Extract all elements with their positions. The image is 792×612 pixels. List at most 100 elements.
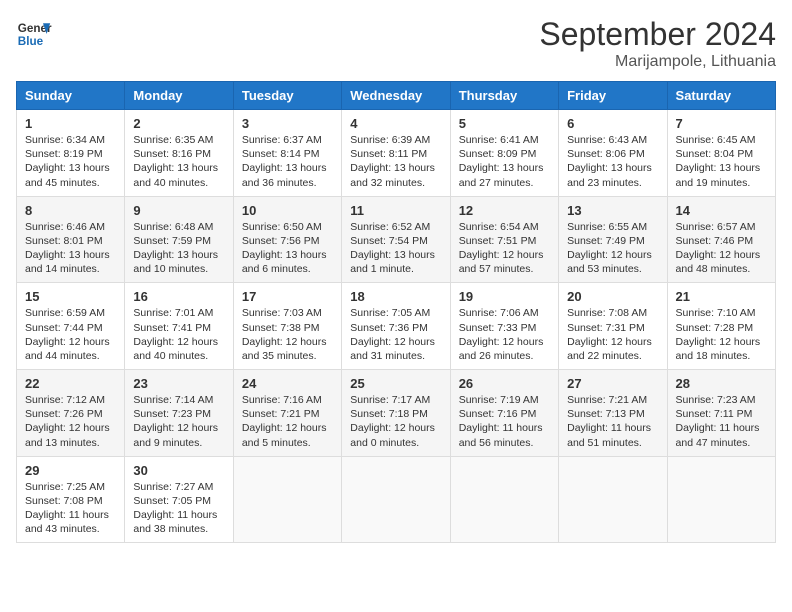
day-number: 15 xyxy=(25,289,116,304)
day-number: 9 xyxy=(133,203,224,218)
calendar-cell: 24Sunrise: 7:16 AMSunset: 7:21 PMDayligh… xyxy=(233,370,341,457)
page-header: General Blue September 2024 Marijampole,… xyxy=(16,16,776,71)
sunset-text: Sunset: 7:11 PM xyxy=(676,407,767,421)
daylight-text: Daylight: 12 hours and 26 minutes. xyxy=(459,335,550,363)
calendar-table: SundayMondayTuesdayWednesdayThursdayFrid… xyxy=(16,81,776,543)
daylight-text: Daylight: 13 hours and 27 minutes. xyxy=(459,161,550,189)
sunrise-text: Sunrise: 7:27 AM xyxy=(133,480,224,494)
day-number: 13 xyxy=(567,203,658,218)
logo-icon: General Blue xyxy=(16,16,52,52)
calendar-cell xyxy=(233,456,341,543)
sunrise-text: Sunrise: 6:34 AM xyxy=(25,133,116,147)
calendar-cell: 12Sunrise: 6:54 AMSunset: 7:51 PMDayligh… xyxy=(450,196,558,283)
logo: General Blue xyxy=(16,16,52,52)
svg-text:Blue: Blue xyxy=(18,35,44,48)
calendar-week-row: 29Sunrise: 7:25 AMSunset: 7:08 PMDayligh… xyxy=(17,456,776,543)
calendar-cell: 2Sunrise: 6:35 AMSunset: 8:16 PMDaylight… xyxy=(125,110,233,197)
calendar-cell: 13Sunrise: 6:55 AMSunset: 7:49 PMDayligh… xyxy=(559,196,667,283)
sunset-text: Sunset: 7:28 PM xyxy=(676,321,767,335)
daylight-text: Daylight: 12 hours and 57 minutes. xyxy=(459,248,550,276)
calendar-cell: 29Sunrise: 7:25 AMSunset: 7:08 PMDayligh… xyxy=(17,456,125,543)
day-of-week-header: Thursday xyxy=(450,82,558,110)
day-number: 27 xyxy=(567,376,658,391)
day-number: 23 xyxy=(133,376,224,391)
day-of-week-header: Tuesday xyxy=(233,82,341,110)
daylight-text: Daylight: 11 hours and 43 minutes. xyxy=(25,508,116,536)
calendar-cell xyxy=(450,456,558,543)
day-number: 4 xyxy=(350,116,441,131)
sunset-text: Sunset: 7:54 PM xyxy=(350,234,441,248)
calendar-cell: 18Sunrise: 7:05 AMSunset: 7:36 PMDayligh… xyxy=(342,283,450,370)
sunrise-text: Sunrise: 6:54 AM xyxy=(459,220,550,234)
sunset-text: Sunset: 7:18 PM xyxy=(350,407,441,421)
sunrise-text: Sunrise: 7:14 AM xyxy=(133,393,224,407)
calendar-cell: 19 Sunrise: 7:06 AMSunset: 7:33 PMDayligh… xyxy=(450,283,558,370)
sunset-text: Sunset: 7:21 PM xyxy=(242,407,333,421)
sunrise-text: Sunrise: 6:59 AM xyxy=(25,306,116,320)
daylight-text: Daylight: 13 hours and 14 minutes. xyxy=(25,248,116,276)
daylight-text: Daylight: 12 hours and 18 minutes. xyxy=(676,335,767,363)
calendar-week-row: 8Sunrise: 6:46 AMSunset: 8:01 PMDaylight… xyxy=(17,196,776,283)
daylight-text: Daylight: 13 hours and 6 minutes. xyxy=(242,248,333,276)
day-number: 7 xyxy=(676,116,767,131)
calendar-cell: 23Sunrise: 7:14 AMSunset: 7:23 PMDayligh… xyxy=(125,370,233,457)
daylight-text: Daylight: 13 hours and 1 minute. xyxy=(350,248,441,276)
sunrise-text: Sunrise: 7:17 AM xyxy=(350,393,441,407)
sunrise-text: Sunrise: 6:37 AM xyxy=(242,133,333,147)
sunset-text: Sunset: 7:31 PM xyxy=(567,321,658,335)
sunset-text: Sunset: 7:44 PM xyxy=(25,321,116,335)
calendar-cell: 16Sunrise: 7:01 AMSunset: 7:41 PMDayligh… xyxy=(125,283,233,370)
day-number: 3 xyxy=(242,116,333,131)
sunset-text: Sunset: 8:19 PM xyxy=(25,147,116,161)
calendar-cell xyxy=(559,456,667,543)
day-number: 18 xyxy=(350,289,441,304)
sunrise-text: Sunrise: 7:21 AM xyxy=(567,393,658,407)
day-number: 8 xyxy=(25,203,116,218)
sunset-text: Sunset: 7:08 PM xyxy=(25,494,116,508)
calendar-week-row: 15 Sunrise: 6:59 AMSunset: 7:44 PM Dayligh… xyxy=(17,283,776,370)
sunrise-text: Sunrise: 6:48 AM xyxy=(133,220,224,234)
day-number: 17 xyxy=(242,289,333,304)
month-title: September 2024 xyxy=(539,16,776,53)
calendar-cell: 21Sunrise: 7:10 AMSunset: 7:28 PMDayligh… xyxy=(667,283,775,370)
day-of-week-header: Wednesday xyxy=(342,82,450,110)
sunrise-text: Sunrise: 6:52 AM xyxy=(350,220,441,234)
sunset-text: Sunset: 7:56 PM xyxy=(242,234,333,248)
day-number: 21 xyxy=(676,289,767,304)
day-number: 11 xyxy=(350,203,441,218)
calendar-cell: 8Sunrise: 6:46 AMSunset: 8:01 PMDaylight… xyxy=(17,196,125,283)
daylight-text: Daylight: 12 hours and 22 minutes. xyxy=(567,335,658,363)
daylight-text: Daylight: 12 hours and 0 minutes. xyxy=(350,421,441,449)
calendar-week-row: 1Sunrise: 6:34 AMSunset: 8:19 PMDaylight… xyxy=(17,110,776,197)
calendar-cell: 3Sunrise: 6:37 AMSunset: 8:14 PMDaylight… xyxy=(233,110,341,197)
sunset-text: Sunset: 8:04 PM xyxy=(676,147,767,161)
sunrise-text: Sunrise: 6:55 AM xyxy=(567,220,658,234)
daylight-text: Daylight: 12 hours and 48 minutes. xyxy=(676,248,767,276)
calendar-cell: 20Sunrise: 7:08 AMSunset: 7:31 PMDayligh… xyxy=(559,283,667,370)
calendar-cell: 28Sunrise: 7:23 AMSunset: 7:11 PMDayligh… xyxy=(667,370,775,457)
sunset-text: Sunset: 8:09 PM xyxy=(459,147,550,161)
calendar-cell: 25Sunrise: 7:17 AMSunset: 7:18 PMDayligh… xyxy=(342,370,450,457)
daylight-text: Daylight: 11 hours and 47 minutes. xyxy=(676,421,767,449)
day-number: 19 xyxy=(459,289,550,304)
calendar-cell: 10 Sunrise: 6:50 AMSunset: 7:56 PMDayligh… xyxy=(233,196,341,283)
sunrise-text: Sunrise: 7:19 AM xyxy=(459,393,550,407)
daylight-text: Daylight: 12 hours and 40 minutes. xyxy=(133,335,224,363)
calendar-cell: 27Sunrise: 7:21 AMSunset: 7:13 PMDayligh… xyxy=(559,370,667,457)
sunrise-text: Sunrise: 7:01 AM xyxy=(133,306,224,320)
calendar-header-row: SundayMondayTuesdayWednesdayThursdayFrid… xyxy=(17,82,776,110)
day-of-week-header: Sunday xyxy=(17,82,125,110)
sunset-text: Sunset: 7:33 PM xyxy=(459,321,550,335)
day-number: 2 xyxy=(133,116,224,131)
sunrise-text: Sunrise: 6:50 AM xyxy=(242,220,333,234)
calendar-cell: 4Sunrise: 6:39 AMSunset: 8:11 PMDaylight… xyxy=(342,110,450,197)
calendar-cell: 26Sunrise: 7:19 AMSunset: 7:16 PMDayligh… xyxy=(450,370,558,457)
sunrise-text: Sunrise: 7:06 AM xyxy=(459,306,550,320)
sunrise-text: Sunrise: 7:23 AM xyxy=(676,393,767,407)
daylight-text: Daylight: 11 hours and 51 minutes. xyxy=(567,421,658,449)
calendar-week-row: 22Sunrise: 7:12 AMSunset: 7:26 PMDayligh… xyxy=(17,370,776,457)
sunrise-text: Sunrise: 6:35 AM xyxy=(133,133,224,147)
day-number: 16 xyxy=(133,289,224,304)
calendar-cell: 30Sunrise: 7:27 AMSunset: 7:05 PMDayligh… xyxy=(125,456,233,543)
day-number: 10 xyxy=(242,203,333,218)
